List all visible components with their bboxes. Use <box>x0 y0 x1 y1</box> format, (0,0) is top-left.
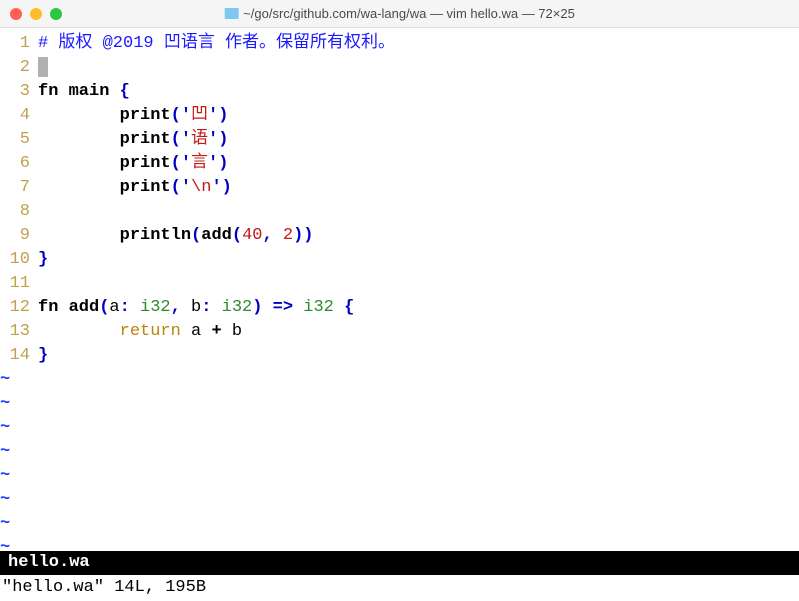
title-label: ~/go/src/github.com/wa-lang/wa — vim hel… <box>243 6 575 21</box>
cursor <box>38 57 48 77</box>
window-titlebar: ~/go/src/github.com/wa-lang/wa — vim hel… <box>0 0 799 28</box>
line-number: 6 <box>0 152 38 176</box>
status-bar: hello.wa <box>0 551 799 575</box>
code-line: 6 print('言') <box>0 152 799 176</box>
code-line: 1 # 版权 @2019 凹语言 作者。保留所有权利。 <box>0 32 799 56</box>
status-filename: hello.wa <box>8 553 90 572</box>
code-line: 14 } <box>0 344 799 368</box>
empty-lines: ~ ~ ~ ~ ~ ~ ~ ~ <box>0 368 799 551</box>
code-line: 11 <box>0 272 799 296</box>
folder-icon <box>224 8 238 19</box>
line-number: 11 <box>0 272 38 296</box>
window-title: ~/go/src/github.com/wa-lang/wa — vim hel… <box>224 6 575 21</box>
code-line: 8 <box>0 200 799 224</box>
line-number: 1 <box>0 32 38 56</box>
cmdline-text: "hello.wa" 14L, 195B <box>2 578 206 597</box>
comment-text: # 版权 @2019 凹语言 作者。保留所有权利。 <box>38 34 395 53</box>
line-number: 9 <box>0 224 38 248</box>
maximize-icon[interactable] <box>50 8 62 20</box>
minimize-icon[interactable] <box>30 8 42 20</box>
line-number: 4 <box>0 104 38 128</box>
code-line: 2 <box>0 56 799 80</box>
command-line[interactable]: "hello.wa" 14L, 195B <box>0 575 799 601</box>
code-line: 5 print('语') <box>0 128 799 152</box>
code-line: 4 print('凹') <box>0 104 799 128</box>
line-number: 5 <box>0 128 38 152</box>
code-line: 13 return a + b <box>0 320 799 344</box>
line-number: 12 <box>0 296 38 320</box>
line-number: 13 <box>0 320 38 344</box>
code-line: 12 fn add(a: i32, b: i32) => i32 { <box>0 296 799 320</box>
window-controls <box>10 8 62 20</box>
line-number: 14 <box>0 344 38 368</box>
line-number: 8 <box>0 200 38 224</box>
code-line: 10 } <box>0 248 799 272</box>
code-line: 9 println(add(40, 2)) <box>0 224 799 248</box>
editor-area[interactable]: 1 # 版权 @2019 凹语言 作者。保留所有权利。 2 3 fn main … <box>0 28 799 551</box>
close-icon[interactable] <box>10 8 22 20</box>
line-number: 3 <box>0 80 38 104</box>
line-number: 2 <box>0 56 38 80</box>
line-number: 10 <box>0 248 38 272</box>
code-line: 7 print('\n') <box>0 176 799 200</box>
code-line: 3 fn main { <box>0 80 799 104</box>
line-number: 7 <box>0 176 38 200</box>
